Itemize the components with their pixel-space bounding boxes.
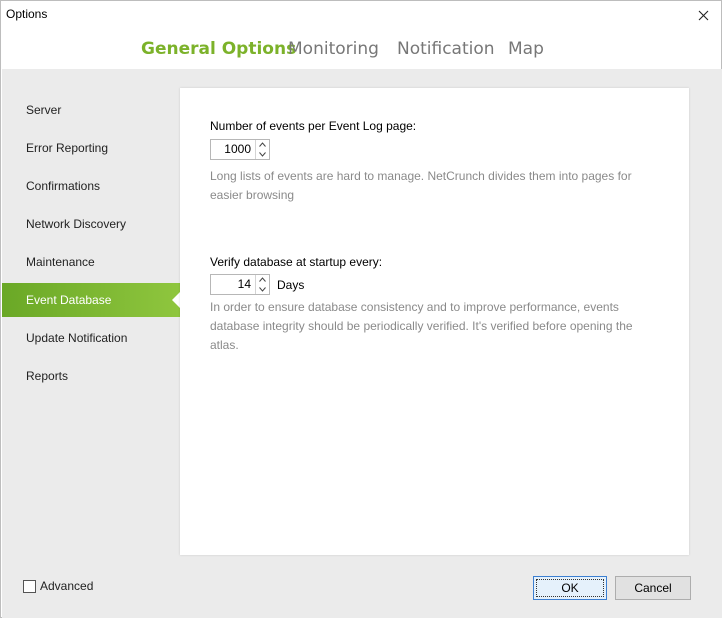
events-per-page-spinner[interactable]: 1000: [210, 139, 270, 160]
close-button[interactable]: [685, 1, 721, 29]
advanced-label: Advanced: [40, 579, 94, 593]
tab-monitoring[interactable]: Monitoring: [288, 39, 379, 59]
verify-db-unit: Days: [277, 278, 305, 292]
chevron-up-icon: [259, 277, 266, 283]
advanced-checkbox-box[interactable]: [23, 579, 36, 593]
settings-panel: Number of events per Event Log page: 100…: [180, 88, 689, 555]
spin-down-button[interactable]: [256, 150, 269, 160]
close-icon: [698, 10, 708, 20]
events-per-page-arrows[interactable]: [255, 140, 269, 159]
cancel-button-label: Cancel: [634, 581, 672, 595]
tab-notification[interactable]: Notification: [397, 39, 495, 59]
options-window: Options General Options Monitoring Notif…: [0, 0, 722, 618]
verify-db-arrows[interactable]: [255, 275, 269, 294]
events-per-page-value[interactable]: 1000: [211, 140, 255, 159]
ok-button[interactable]: OK: [533, 576, 607, 600]
verify-db-spinner[interactable]: 14: [210, 274, 270, 295]
spin-down-button[interactable]: [256, 285, 269, 295]
sidebar-item-maintenance[interactable]: Maintenance: [2, 245, 180, 279]
verify-db-value[interactable]: 14: [211, 275, 255, 294]
advanced-checkbox[interactable]: Advanced: [23, 579, 93, 593]
sidebar-item-network-discovery[interactable]: Network Discovery: [2, 207, 180, 241]
sidebar-item-error-reporting[interactable]: Error Reporting: [2, 131, 180, 165]
title-bar: Options: [1, 1, 721, 31]
top-tabs: General Options Monitoring Notification …: [1, 31, 721, 69]
chevron-up-icon: [259, 142, 266, 148]
tab-general-options[interactable]: General Options: [141, 39, 296, 59]
events-per-page-label: Number of events per Event Log page:: [210, 119, 417, 133]
sidebar: Server Error Reporting Confirmations Net…: [2, 91, 181, 393]
sidebar-item-update-notification[interactable]: Update Notification: [2, 321, 180, 355]
spin-up-button[interactable]: [256, 275, 269, 285]
chevron-down-icon: [259, 286, 266, 292]
focus-rect: [536, 579, 604, 597]
sidebar-item-event-database[interactable]: Event Database: [2, 283, 180, 317]
sidebar-item-reports[interactable]: Reports: [2, 359, 180, 393]
verify-db-description: In order to ensure database consistency …: [210, 300, 633, 352]
cancel-button[interactable]: Cancel: [615, 576, 691, 600]
spin-up-button[interactable]: [256, 140, 269, 150]
events-per-page-description: Long lists of events are hard to manage.…: [210, 169, 632, 202]
sidebar-item-server[interactable]: Server: [2, 93, 180, 127]
verify-db-label: Verify database at startup every:: [210, 255, 383, 269]
sidebar-item-confirmations[interactable]: Confirmations: [2, 169, 180, 203]
window-title: Options: [6, 7, 48, 21]
tab-map[interactable]: Map: [508, 39, 544, 59]
chevron-down-icon: [259, 151, 266, 157]
